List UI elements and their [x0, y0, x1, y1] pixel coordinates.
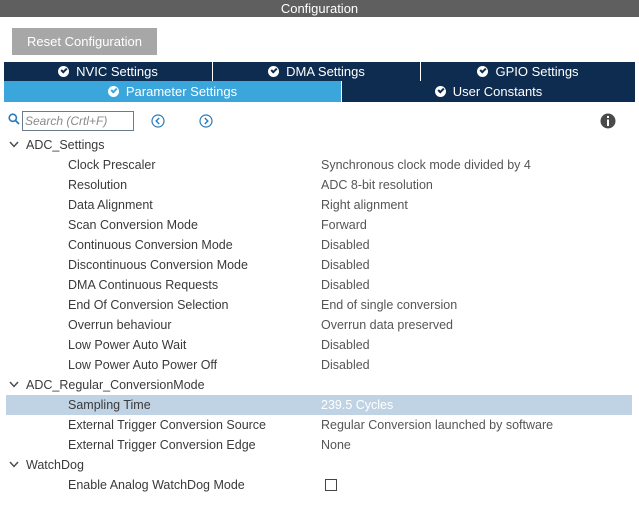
tab-gpio-settings[interactable]: GPIO Settings — [421, 62, 635, 81]
param-row-discontinuous-conversion-mode[interactable]: Discontinuous Conversion Mode Disabled — [0, 255, 639, 275]
param-value[interactable]: ADC 8-bit resolution — [321, 175, 433, 195]
param-checkbox[interactable] — [325, 479, 337, 491]
chevron-down-icon[interactable] — [9, 461, 19, 468]
tab-label: NVIC Settings — [76, 64, 158, 79]
tab-label: Parameter Settings — [125, 84, 238, 99]
check-circle-icon — [477, 66, 489, 77]
param-value[interactable]: Right alignment — [321, 195, 408, 215]
param-value[interactable]: End of single conversion — [321, 295, 457, 315]
chevron-down-icon[interactable] — [9, 381, 19, 388]
param-row-continuous-conversion-mode[interactable]: Continuous Conversion Mode Disabled — [0, 235, 639, 255]
param-name: Continuous Conversion Mode — [68, 238, 233, 252]
param-value[interactable]: Synchronous clock mode divided by 4 — [321, 155, 531, 175]
param-row-low-power-auto-power-off[interactable]: Low Power Auto Power Off Disabled — [0, 355, 639, 375]
check-circle-icon — [58, 66, 70, 77]
param-row-clock-prescaler[interactable]: Clock Prescaler Synchronous clock mode di… — [0, 155, 639, 175]
group-label: ADC_Regular_ConversionMode — [26, 378, 205, 392]
param-value[interactable]: Disabled — [321, 255, 370, 275]
previous-match-icon[interactable] — [151, 114, 165, 128]
tab-label: GPIO Settings — [495, 64, 579, 79]
param-name: Enable Analog WatchDog Mode — [68, 478, 245, 492]
param-name: Low Power Auto Wait — [68, 338, 187, 352]
param-name: End Of Conversion Selection — [68, 298, 229, 312]
param-value[interactable]: Overrun data preserved — [321, 315, 453, 335]
window-title: Configuration — [0, 0, 639, 17]
tab-label: User Constants — [452, 84, 543, 99]
param-value[interactable]: Disabled — [321, 335, 370, 355]
param-name: Scan Conversion Mode — [68, 218, 198, 232]
search-input[interactable] — [22, 111, 134, 131]
param-name: Resolution — [68, 178, 128, 192]
tab-nvic-settings[interactable]: NVIC Settings — [4, 62, 213, 81]
param-row-resolution[interactable]: Resolution ADC 8-bit resolution — [0, 175, 639, 195]
check-circle-icon — [268, 66, 280, 77]
param-name: External Trigger Conversion Source — [68, 418, 267, 432]
param-name: External Trigger Conversion Edge — [68, 438, 256, 452]
param-row-end-of-conversion-selection[interactable]: End Of Conversion Selection End of single… — [0, 295, 639, 315]
param-row-dma-continuous-requests[interactable]: DMA Continuous Requests Disabled — [0, 275, 639, 295]
param-row-external-trigger-conversion-edge[interactable]: External Trigger Conversion Edge None — [0, 435, 639, 455]
param-row-low-power-auto-wait[interactable]: Low Power Auto Wait Disabled — [0, 335, 639, 355]
param-row-overrun-behaviour[interactable]: Overrun behaviour Overrun data preserved — [0, 315, 639, 335]
tab-dma-settings[interactable]: DMA Settings — [213, 62, 421, 81]
param-name: Discontinuous Conversion Mode — [68, 258, 248, 272]
tab-label: DMA Settings — [286, 64, 365, 79]
group-label: ADC_Settings — [26, 138, 105, 152]
param-row-scan-conversion-mode[interactable]: Scan Conversion Mode Forward — [0, 215, 639, 235]
param-value[interactable]: Disabled — [321, 235, 370, 255]
check-circle-icon — [107, 86, 119, 97]
param-value[interactable]: Disabled — [321, 275, 370, 295]
group-adc-regular-conversionmode[interactable]: ADC_Regular_ConversionMode — [0, 375, 639, 395]
tab-bar-top: NVIC Settings DMA Settings GPIO Settings — [4, 62, 635, 81]
next-match-icon[interactable] — [199, 114, 213, 128]
check-circle-icon — [434, 86, 446, 97]
param-name: Low Power Auto Power Off — [68, 358, 218, 372]
param-value[interactable]: None — [321, 435, 351, 455]
param-row-enable-analog-watchdog-mode[interactable]: Enable Analog WatchDog Mode — [0, 475, 639, 495]
param-row-sampling-time[interactable]: Sampling Time 239.5 Cycles — [6, 395, 632, 415]
tab-parameter-settings[interactable]: Parameter Settings — [4, 81, 342, 102]
param-row-data-alignment[interactable]: Data Alignment Right alignment — [0, 195, 639, 215]
info-icon[interactable] — [600, 113, 616, 129]
param-name: Overrun behaviour — [68, 318, 172, 332]
param-value[interactable]: 239.5 Cycles — [321, 395, 393, 415]
tab-user-constants[interactable]: User Constants — [342, 81, 635, 102]
reset-configuration-button[interactable]: Reset Configuration — [12, 28, 157, 55]
param-value[interactable]: Forward — [321, 215, 367, 235]
param-name: Data Alignment — [68, 198, 153, 212]
param-row-external-trigger-conversion-source[interactable]: External Trigger Conversion Source Regula… — [0, 415, 639, 435]
param-value[interactable]: Disabled — [321, 355, 370, 375]
group-label: WatchDog — [26, 458, 84, 472]
chevron-down-icon[interactable] — [9, 141, 19, 148]
param-value[interactable]: Regular Conversion launched by software — [321, 415, 553, 435]
param-name: Clock Prescaler — [68, 158, 156, 172]
group-watchdog[interactable]: WatchDog — [0, 455, 639, 475]
group-adc-settings[interactable]: ADC_Settings — [0, 135, 639, 155]
search-icon — [8, 113, 20, 125]
tab-bar-bottom: Parameter Settings User Constants — [4, 81, 635, 102]
param-name: DMA Continuous Requests — [68, 278, 219, 292]
param-name: Sampling Time — [68, 398, 151, 412]
